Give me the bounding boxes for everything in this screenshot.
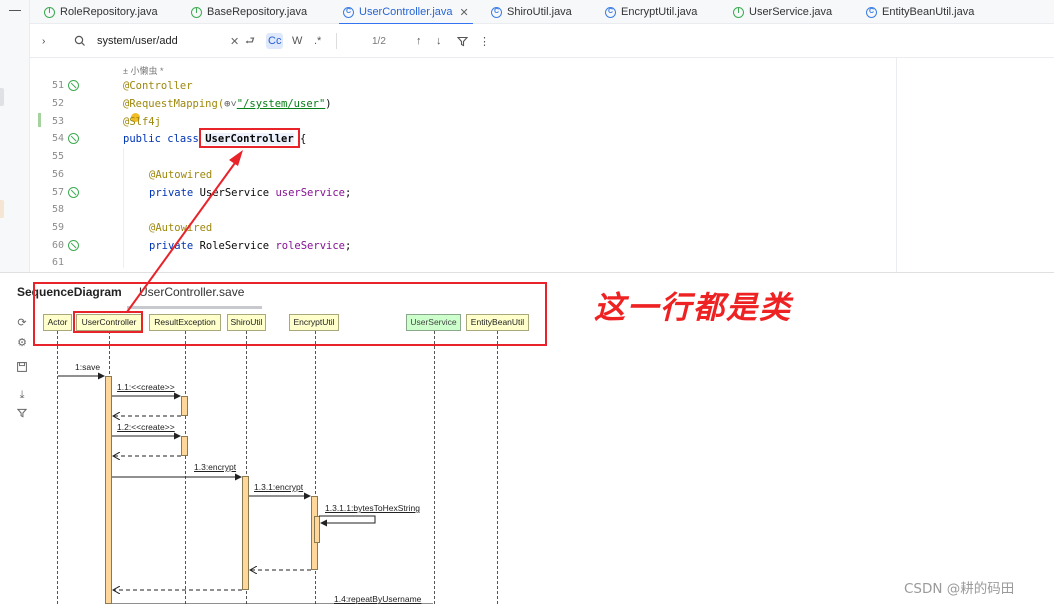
- activation-resultexception: [181, 396, 188, 416]
- minimize-icon[interactable]: [9, 10, 21, 11]
- regex-toggle[interactable]: .*: [314, 24, 321, 58]
- code-editor[interactable]: ± 小懒虫 * 51 @Controller 52 @RequestMappin…: [30, 58, 896, 272]
- interface-icon: I: [44, 6, 55, 18]
- message-label[interactable]: 1.2:<<create>>: [117, 422, 175, 432]
- editor-divider: [896, 58, 897, 272]
- tab-rolerepository[interactable]: I RoleRepository.java: [44, 0, 158, 24]
- spring-bean-icon[interactable]: [68, 133, 79, 144]
- message-label[interactable]: 1.1:<<create>>: [117, 382, 175, 392]
- filter-icon[interactable]: [457, 24, 468, 58]
- lifeline-actor: [57, 331, 58, 604]
- next-match-icon[interactable]: ↓: [436, 24, 442, 58]
- save-icon[interactable]: [14, 361, 30, 377]
- strip-button[interactable]: [0, 88, 4, 106]
- watermark: CSDN @耕的码田: [904, 581, 1015, 597]
- highlight-class-name: [199, 128, 300, 148]
- close-icon[interactable]: ✕: [460, 6, 469, 19]
- line-58: 58: [51, 204, 64, 215]
- line-52: 52: [51, 98, 64, 109]
- filter-icon[interactable]: [14, 407, 30, 423]
- line-59: 59: [51, 222, 64, 233]
- expand-icon[interactable]: ›: [42, 24, 45, 58]
- interface-icon: I: [191, 6, 202, 18]
- strip-button[interactable]: [0, 200, 4, 218]
- tab-shiroutil[interactable]: C ShiroUtil.java: [491, 0, 572, 24]
- indent-guide: [123, 148, 124, 268]
- tab-encryptutil[interactable]: C EncryptUtil.java: [605, 0, 697, 24]
- class-icon: C: [605, 6, 616, 18]
- activation-encryptutil-nested: [314, 516, 320, 543]
- tab-baserepository[interactable]: I BaseRepository.java: [191, 0, 307, 24]
- spring-bean-icon[interactable]: [68, 187, 79, 198]
- refresh-icon[interactable]: ⟳: [14, 315, 30, 331]
- gear-icon[interactable]: ⚙: [14, 335, 30, 351]
- divider: [336, 33, 337, 49]
- spring-bean-icon[interactable]: [68, 80, 79, 91]
- line-51: 51: [30, 77, 120, 95]
- tab-userservice[interactable]: I UserService.java: [733, 0, 832, 24]
- message-label[interactable]: 1.4:repeatByUsername: [334, 594, 421, 604]
- match-case-toggle[interactable]: Cc: [266, 33, 284, 49]
- whole-words-toggle[interactable]: W: [292, 24, 302, 58]
- class-icon: C: [343, 6, 354, 18]
- editor-tabs: I RoleRepository.java I BaseRepository.j…: [30, 0, 1054, 25]
- author-inlay: ± 小懒虫 *: [123, 66, 164, 76]
- find-bar: › system/user/add ✕ ⮐ Cc W .* 1/2 ↑ ↓ ⋮: [30, 24, 1054, 58]
- class-icon: C: [866, 6, 877, 18]
- code-line: @RequestMapping(⊕˅"/system/user"): [123, 98, 332, 110]
- code-line: @Controller: [123, 80, 193, 92]
- download-icon[interactable]: ⤓: [14, 387, 30, 403]
- tab-entitybeanutil[interactable]: C EntityBeanUtil.java: [866, 0, 974, 24]
- history-icon[interactable]: ⮐: [245, 24, 255, 58]
- message-label[interactable]: 1.3:encrypt: [194, 462, 236, 472]
- search-icon: [74, 24, 86, 58]
- line-54: 54: [30, 130, 120, 148]
- globe-icon[interactable]: ⊕˅: [224, 98, 237, 110]
- message-label[interactable]: 1.3.1:encrypt: [254, 482, 303, 492]
- line-53: 53: [51, 116, 64, 127]
- activation-usercontroller: [105, 376, 112, 604]
- code-line: private UserService userService;: [149, 187, 352, 199]
- code-line: private RoleService roleService;: [149, 240, 352, 252]
- line-55: 55: [51, 151, 64, 162]
- annotation-text: 这一行都是类: [594, 290, 792, 326]
- class-icon: C: [491, 6, 502, 18]
- activation-resultexception: [181, 436, 188, 456]
- spring-bean-icon[interactable]: [68, 240, 79, 251]
- lifeline-entitybeanutil: [497, 331, 498, 604]
- tab-usercontroller[interactable]: C UserController.java ✕: [339, 0, 473, 25]
- message-label[interactable]: 1.3.1.1:bytesToHexString: [325, 503, 420, 513]
- clear-icon[interactable]: ✕: [230, 24, 239, 58]
- message-label[interactable]: 1:save: [75, 362, 100, 372]
- line-56: 56: [51, 169, 64, 180]
- line-57: 57: [30, 184, 120, 202]
- activation-shiroutil: [242, 476, 249, 590]
- code-line: @Autowired: [149, 169, 213, 181]
- lifeline-userservice: [434, 331, 435, 604]
- match-counter: 1/2: [372, 35, 386, 47]
- lifeline-resultexception: [185, 331, 186, 604]
- code-line: @Slf4j: [123, 116, 161, 128]
- interface-icon: I: [733, 6, 744, 18]
- line-61: 61: [51, 257, 64, 268]
- search-input[interactable]: system/user/add: [97, 24, 178, 58]
- highlight-usercontroller: [73, 311, 143, 333]
- previous-match-icon[interactable]: ↑: [416, 24, 422, 58]
- line-60: 60: [30, 237, 120, 255]
- diagram-toolbar: ⟳ ⚙ ⤓: [0, 309, 32, 604]
- code-line: @Autowired: [149, 222, 213, 234]
- more-options-icon[interactable]: ⋮: [479, 24, 490, 58]
